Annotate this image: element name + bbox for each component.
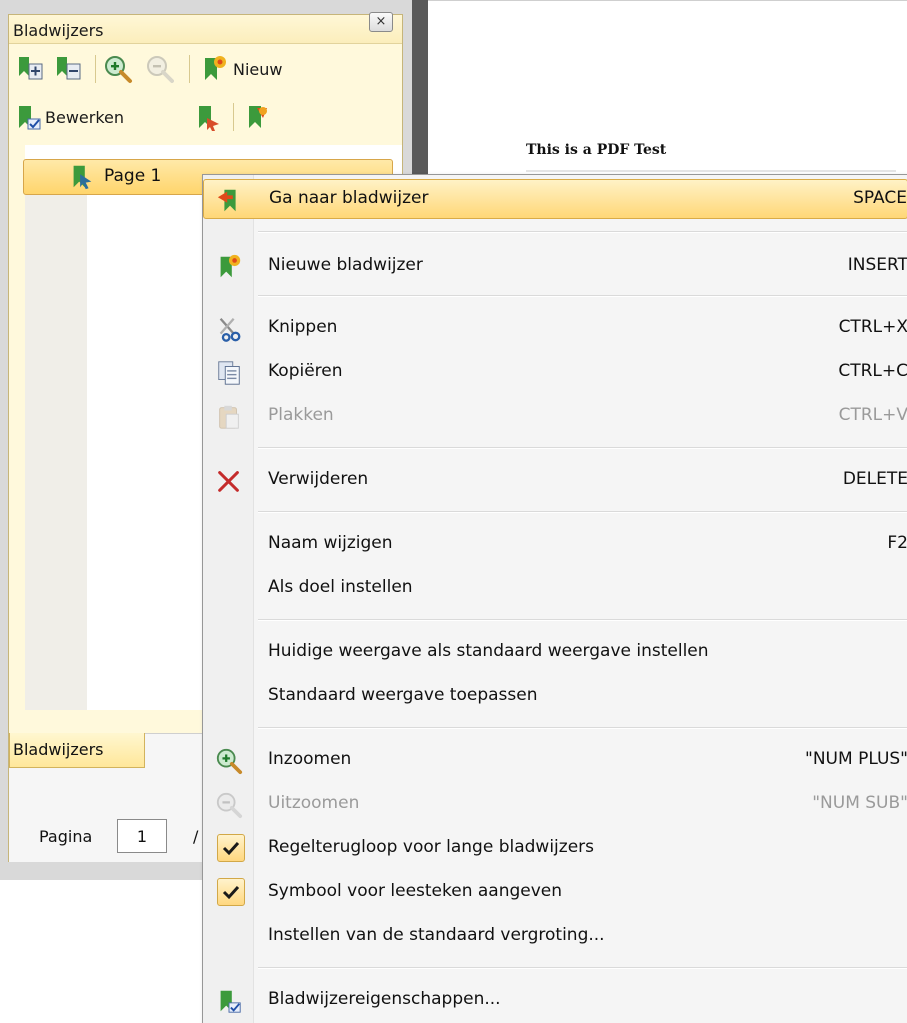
- menu-separator: [258, 967, 907, 969]
- menu-item-shortcut: "NUM SUB": [812, 793, 907, 813]
- panel-header: Bladwijzers: [9, 15, 402, 44]
- menu-item-shortcut: F2: [887, 533, 907, 553]
- scissors-icon: [219, 317, 241, 342]
- menu-item-label: Instellen van de standaard vergroting...: [268, 925, 605, 945]
- zoom-out-button[interactable]: [145, 53, 175, 85]
- menu-item-show-reading-symbol[interactable]: Symbool voor leesteken aangeven: [203, 873, 907, 913]
- menu-item-shortcut: INSERT: [847, 255, 907, 275]
- delete-bookmark-button[interactable]: [243, 101, 273, 133]
- checkmark-box: [217, 878, 245, 906]
- checkmark-box: [217, 834, 245, 862]
- menu-item-label: Regelterugloop voor lange bladwijzers: [268, 837, 595, 857]
- menu-item-shortcut: CTRL+V: [838, 405, 907, 425]
- zoom-in-icon: [216, 748, 243, 775]
- menu-item-label: Nieuwe bladwijzer: [268, 255, 423, 275]
- zoom-in-button[interactable]: [103, 53, 133, 85]
- checkmark-icon: [222, 885, 240, 900]
- zoom-in-icon: [105, 56, 132, 83]
- new-bookmark-label: Nieuw: [233, 59, 283, 79]
- menu-separator: [258, 619, 907, 621]
- menu-item-copy[interactable]: Kopiëren CTRL+C: [203, 353, 907, 393]
- menu-separator: [258, 231, 907, 233]
- menu-item-set-default-view[interactable]: Huidige weergave als standaard weergave …: [203, 633, 907, 673]
- bookmarks-toolbar-bottom: Bewerken: [9, 97, 402, 137]
- menu-item-label: Naam wijzigen: [268, 533, 393, 553]
- bookmark-properties-icon: [220, 990, 241, 1013]
- menu-separator: [258, 727, 907, 729]
- menu-item-label: Bladwijzereigenschappen...: [268, 989, 501, 1009]
- new-bookmark-button[interactable]: Nieuw: [199, 53, 282, 85]
- close-panel-button[interactable]: ×: [369, 12, 393, 32]
- collapse-all-button[interactable]: [53, 53, 83, 85]
- zoom-out-icon: [147, 56, 174, 83]
- menu-item-rename[interactable]: Naam wijzigen F2: [203, 525, 907, 565]
- tab-bookmarks[interactable]: Bladwijzers: [9, 733, 145, 768]
- move-bookmark-icon: [199, 106, 219, 131]
- collapse-all-icon: [57, 57, 81, 80]
- menu-item-delete[interactable]: Verwijderen DELETE: [203, 461, 907, 501]
- menu-item-label: Inzoomen: [268, 749, 352, 769]
- menu-item-shortcut: CTRL+X: [838, 317, 907, 337]
- page-separator: /: [193, 827, 199, 846]
- menu-item-new-bookmark[interactable]: Nieuwe bladwijzer INSERT: [203, 247, 907, 287]
- menu-item-label: Symbool voor leesteken aangeven: [268, 881, 563, 901]
- menu-item-shortcut: CTRL+C: [838, 361, 907, 381]
- move-bookmark-button[interactable]: [193, 101, 223, 133]
- menu-item-cut[interactable]: Knippen CTRL+X: [203, 309, 907, 349]
- menu-item-default-magnification[interactable]: Instellen van de standaard vergroting...: [203, 917, 907, 957]
- bookmarks-toolbar-top: Nieuw: [9, 49, 402, 89]
- context-menu: Ga naar bladwijzer SPACE Nieuwe bladwijz…: [202, 174, 907, 1023]
- checkmark-icon: [222, 841, 240, 856]
- copy-icon: [218, 361, 240, 385]
- toolbar-separator: [189, 55, 190, 83]
- menu-separator: [258, 511, 907, 513]
- expand-all-button[interactable]: [15, 53, 45, 85]
- expand-all-icon: [19, 57, 43, 80]
- menu-item-zoom-in[interactable]: Inzoomen "NUM PLUS": [203, 741, 907, 781]
- menu-item-label: Standaard weergave toepassen: [268, 685, 538, 705]
- edit-bookmark-button[interactable]: Bewerken: [13, 101, 124, 133]
- menu-item-label: Knippen: [268, 317, 338, 337]
- edit-bookmark-label: Bewerken: [45, 107, 125, 127]
- menu-item-bookmark-properties[interactable]: Bladwijzereigenschappen...: [203, 981, 907, 1021]
- delete-x-icon: [218, 471, 239, 492]
- menu-item-label: Verwijderen: [268, 469, 369, 489]
- menu-item-label: Uitzoomen: [268, 793, 360, 813]
- page-label: Pagina: [39, 827, 93, 846]
- toolbar-separator: [233, 103, 234, 131]
- menu-item-zoom-out[interactable]: Uitzoomen "NUM SUB": [203, 785, 907, 825]
- menu-item-label: Als doel instellen: [268, 577, 413, 597]
- menu-item-go-to-bookmark[interactable]: Ga naar bladwijzer SPACE: [203, 179, 907, 219]
- panel-title: Bladwijzers: [13, 21, 104, 40]
- menu-item-label: Huidige weergave als standaard weergave …: [268, 641, 709, 661]
- menu-item-label: Kopiëren: [268, 361, 343, 381]
- bookmark-tree-gutter: [25, 165, 87, 710]
- menu-item-label: Ga naar bladwijzer: [269, 188, 429, 208]
- zoom-out-icon: [216, 792, 243, 819]
- menu-separator: [258, 295, 907, 297]
- menu-item-shortcut: DELETE: [842, 469, 907, 489]
- menu-item-paste[interactable]: Plakken CTRL+V: [203, 397, 907, 437]
- menu-separator: [258, 447, 907, 449]
- bookmark-item-label: Page 1: [104, 166, 162, 186]
- delete-bookmark-icon: [249, 106, 267, 128]
- menu-item-label: Plakken: [268, 405, 334, 425]
- page-number-input[interactable]: 1: [117, 819, 167, 853]
- bookmark-icon: [73, 165, 92, 190]
- menu-item-shortcut: "NUM PLUS": [805, 749, 907, 769]
- tab-bookmarks-label: Bladwijzers: [13, 740, 104, 759]
- menu-item-apply-default-view[interactable]: Standaard weergave toepassen: [203, 677, 907, 717]
- toolbar-separator: [95, 55, 96, 83]
- go-to-bookmark-icon: [217, 189, 236, 212]
- document-text-line: [526, 170, 896, 172]
- new-bookmark-icon: [205, 56, 226, 80]
- edit-bookmark-icon: [19, 106, 41, 130]
- menu-item-wrap-long-bookmarks[interactable]: Regelterugloop voor lange bladwijzers: [203, 829, 907, 869]
- menu-item-shortcut: SPACE: [853, 188, 907, 208]
- new-bookmark-icon: [220, 254, 241, 278]
- menu-item-set-as-target[interactable]: Als doel instellen: [203, 569, 907, 609]
- paste-icon: [219, 405, 239, 429]
- document-title: This is a PDF Test: [526, 142, 667, 158]
